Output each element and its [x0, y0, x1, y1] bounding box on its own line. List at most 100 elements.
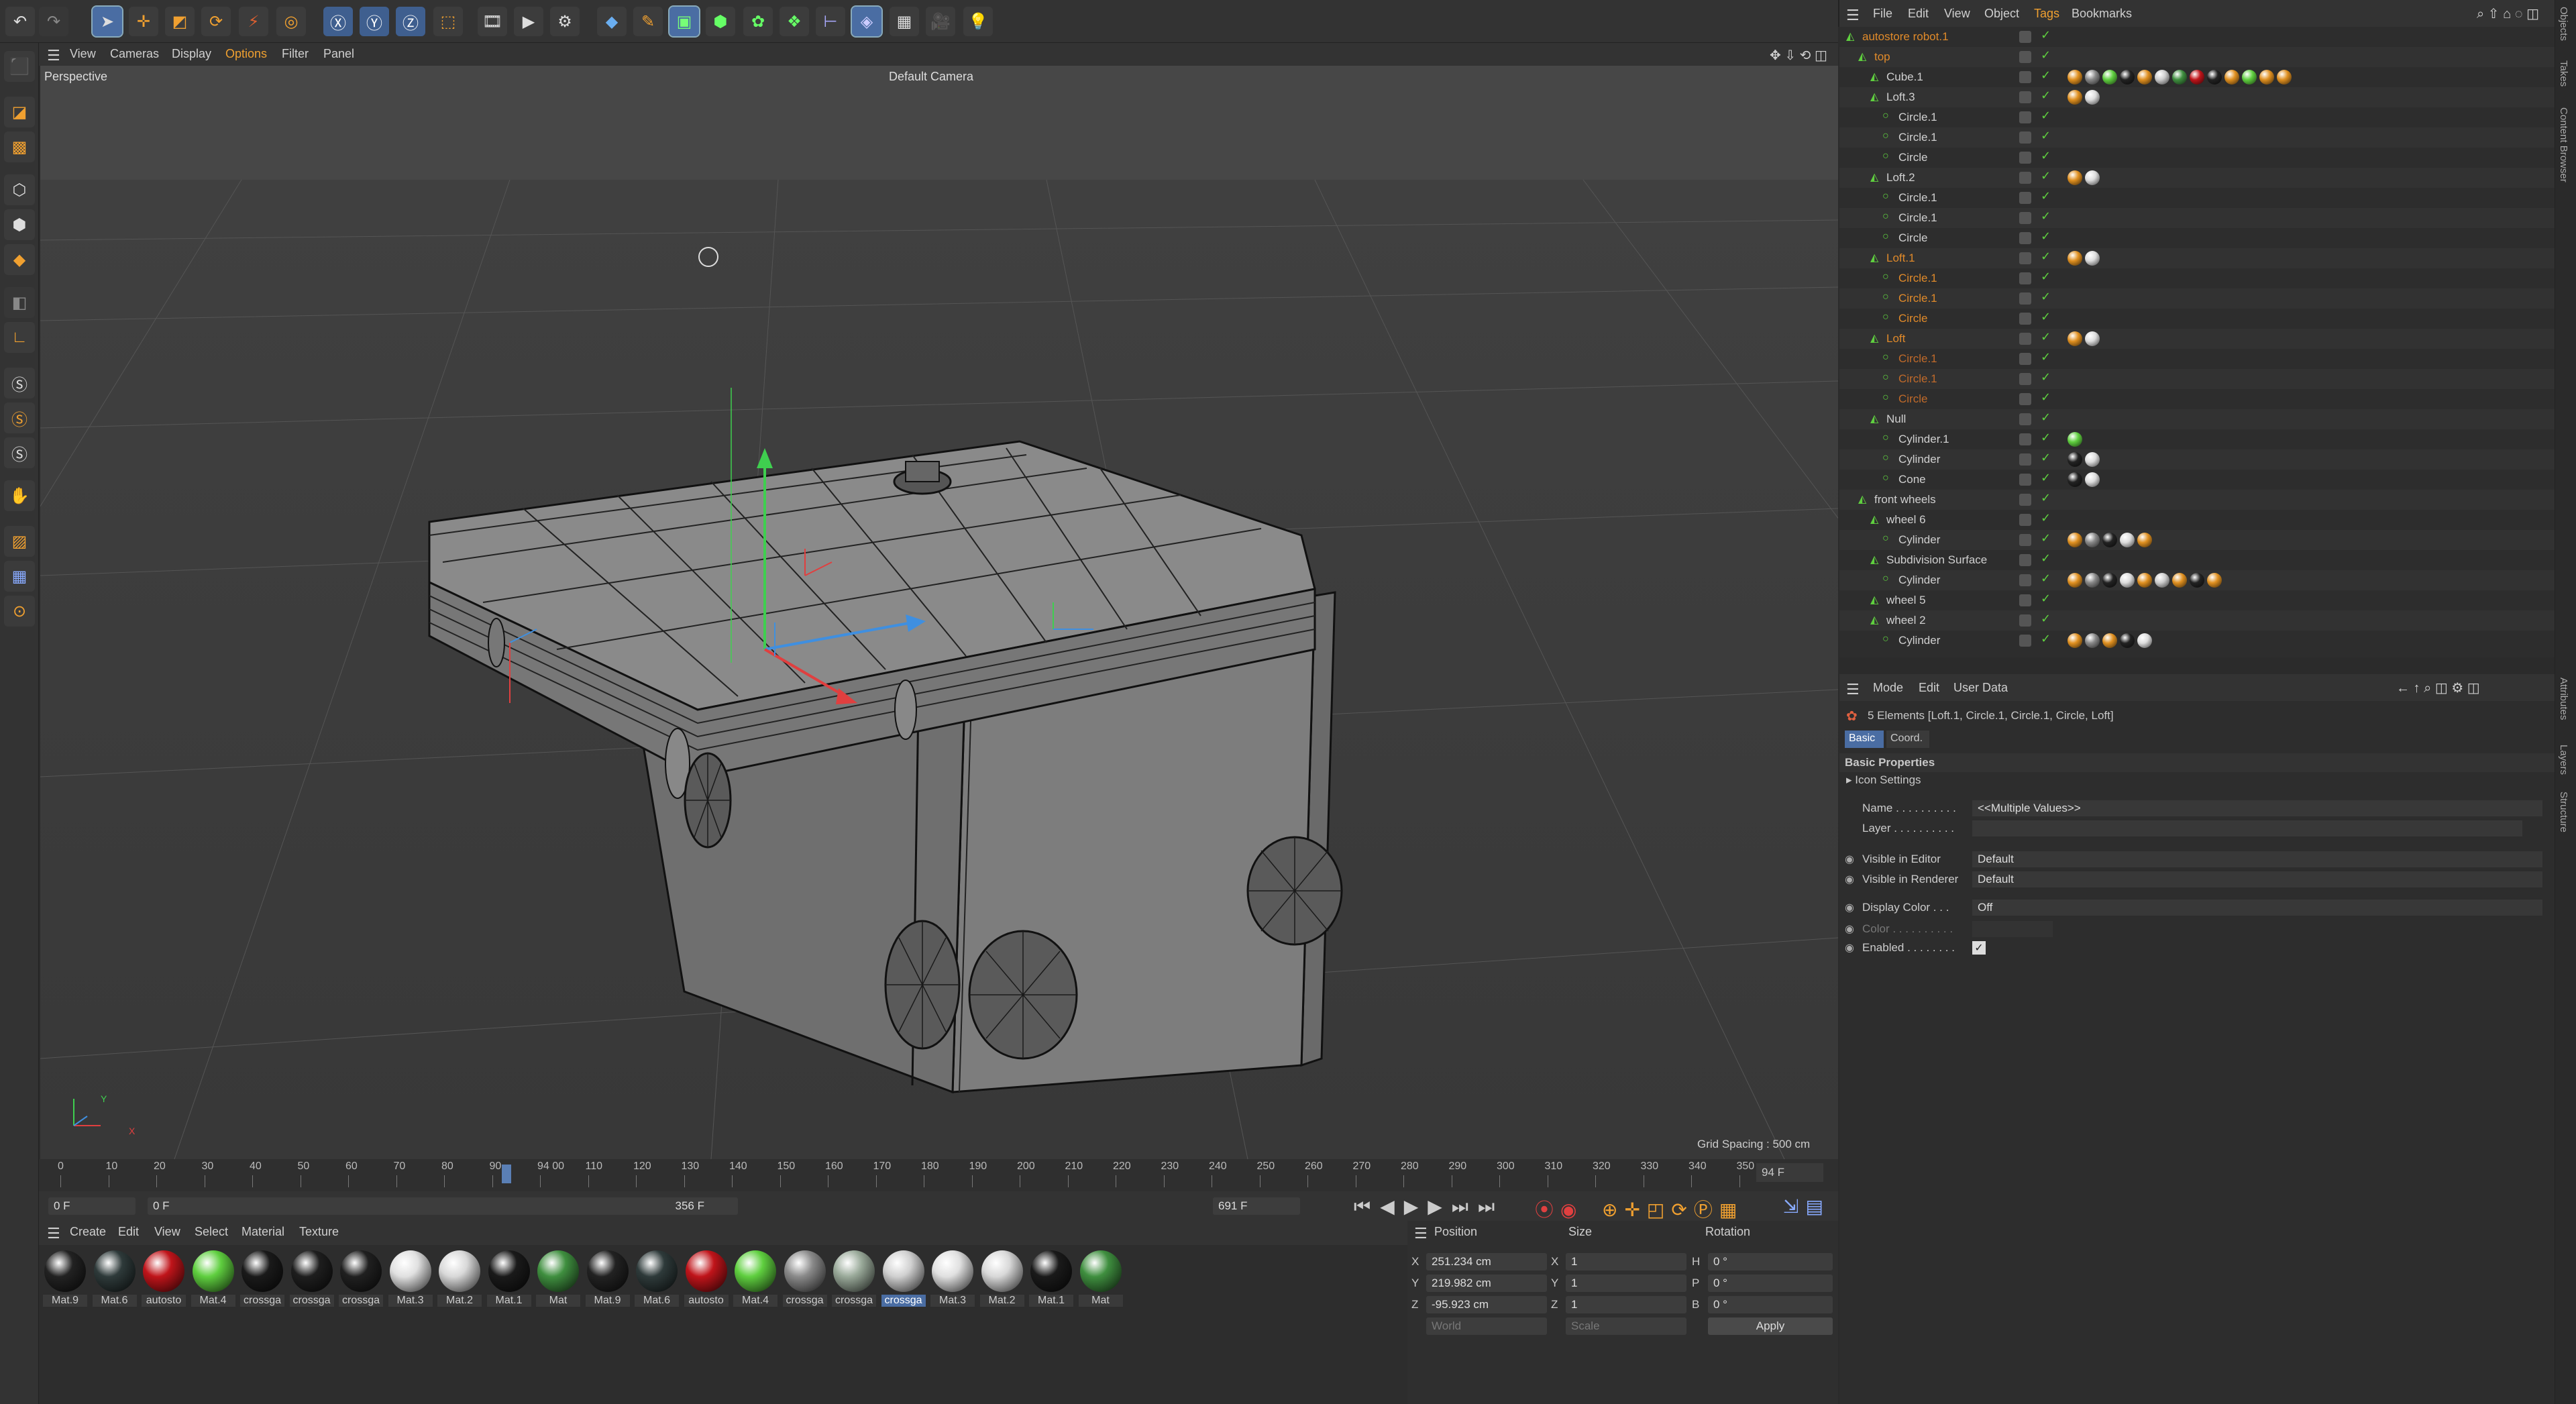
object-row[interactable]: ○ Circle.1 ✓	[1839, 208, 2555, 228]
enabled-check-icon[interactable]: ✓	[2041, 290, 2051, 304]
material-tag-icon[interactable]	[2068, 251, 2082, 266]
material-tag-icon[interactable]	[2242, 70, 2257, 85]
animate-toggle-icon[interactable]: ◉	[1845, 922, 1854, 936]
visibility-toggle[interactable]	[2019, 494, 2031, 506]
material-tag-icon[interactable]	[2120, 70, 2135, 85]
vp-menu-view[interactable]: View	[70, 47, 96, 61]
coord-size-field[interactable]: 1	[1566, 1253, 1686, 1271]
material-swatch[interactable]: Mat.9	[585, 1250, 630, 1307]
animate-toggle-icon[interactable]: ◉	[1845, 873, 1854, 886]
material-tag-icon[interactable]	[2102, 633, 2117, 648]
coord-rot-field[interactable]: 0 °	[1708, 1296, 1833, 1313]
enabled-check-icon[interactable]: ✓	[2041, 390, 2051, 404]
transport-buttons[interactable]: ⏮◀▶▶⏭⏭	[1354, 1195, 1504, 1218]
mat-menu-view[interactable]: View	[154, 1225, 180, 1239]
cube-primitive-icon[interactable]: ◆	[597, 7, 627, 36]
object-row[interactable]: ○ Cylinder ✓	[1839, 449, 2555, 470]
vp-menu-options[interactable]: Options	[225, 47, 267, 61]
object-row[interactable]: ◭ Null ✓	[1839, 409, 2555, 429]
enabled-check-icon[interactable]: ✓	[2041, 411, 2051, 425]
enabled-check-icon[interactable]: ✓	[2041, 531, 2051, 545]
om-menu-view[interactable]: View	[1944, 7, 1970, 21]
y-axis-lock-icon[interactable]: Ⓨ	[360, 7, 389, 36]
visibility-toggle[interactable]	[2019, 353, 2031, 365]
vp-menu-display[interactable]: Display	[172, 47, 211, 61]
enabled-check-icon[interactable]: ✓	[2041, 451, 2051, 465]
object-row[interactable]: ◭ wheel 5 ✓	[1839, 590, 2555, 610]
enabled-check-icon[interactable]: ✓	[2041, 169, 2051, 183]
select-tool-icon[interactable]: ➤	[91, 5, 123, 38]
mat-menu-edit[interactable]: Edit	[118, 1225, 139, 1239]
material-swatch[interactable]: Mat.1	[1029, 1250, 1073, 1307]
viewport-nav-icons[interactable]: ✥ ⇩ ⟲ ◫	[1770, 47, 1827, 64]
visibility-toggle[interactable]	[2019, 453, 2031, 466]
floor-icon[interactable]: ▦	[890, 7, 919, 36]
visibility-toggle[interactable]	[2019, 574, 2031, 586]
edges-mode-icon[interactable]: ⬢	[4, 209, 35, 240]
mat-menu-select[interactable]: Select	[195, 1225, 228, 1239]
mat-menu-material[interactable]: Material	[241, 1225, 284, 1239]
texture-mode-icon[interactable]: ▩	[4, 131, 35, 162]
material-tag-icon[interactable]	[2085, 170, 2100, 185]
mat-menu-texture[interactable]: Texture	[299, 1225, 339, 1239]
enabled-check-icon[interactable]: ✓	[2041, 491, 2051, 505]
enabled-check-icon[interactable]: ✓	[2041, 28, 2051, 42]
material-swatch[interactable]: Mat.3	[930, 1250, 975, 1307]
attr-field[interactable]: Default	[1972, 871, 2542, 887]
deformer-icon[interactable]: ⊢	[816, 7, 845, 36]
hamburger-icon[interactable]: ☰	[47, 47, 60, 64]
material-tag-icon[interactable]	[2068, 170, 2082, 185]
object-row[interactable]: ○ Circle ✓	[1839, 389, 2555, 409]
workplane-snap-icon[interactable]: Ⓢ	[4, 437, 35, 468]
material-tag-icon[interactable]	[2120, 633, 2135, 648]
object-row[interactable]: ◭ top ✓	[1839, 47, 2555, 67]
object-row[interactable]: ○ Cone ✓	[1839, 470, 2555, 490]
animate-toggle-icon[interactable]: ◉	[1845, 901, 1854, 914]
visibility-toggle[interactable]	[2019, 333, 2031, 345]
axis-mode-icon[interactable]: ∟	[4, 322, 35, 353]
visibility-toggle[interactable]	[2019, 71, 2031, 83]
apply-button[interactable]: Apply	[1708, 1317, 1833, 1335]
coord-pos-field[interactable]: -95.923 cm	[1426, 1296, 1547, 1313]
scale-tool-icon[interactable]: ◩	[165, 7, 195, 36]
visibility-toggle[interactable]	[2019, 172, 2031, 184]
visibility-toggle[interactable]	[2019, 131, 2031, 144]
material-tag-icon[interactable]	[2259, 70, 2274, 85]
material-tag-icon[interactable]	[2137, 573, 2152, 588]
coord-rot-field[interactable]: 0 °	[1708, 1253, 1833, 1271]
material-tag-icon[interactable]	[2172, 70, 2187, 85]
enabled-check-icon[interactable]: ✓	[2041, 310, 2051, 324]
rotate-tool-icon[interactable]: ⟳	[201, 7, 231, 36]
visibility-toggle[interactable]	[2019, 292, 2031, 305]
mograph-cloner-icon[interactable]: ✿	[743, 7, 773, 36]
enabled-check-icon[interactable]: ✓	[2041, 129, 2051, 143]
enabled-check-icon[interactable]: ✓	[2041, 48, 2051, 62]
om-hamburger-icon[interactable]: ☰	[1846, 7, 1860, 24]
redo-icon[interactable]: ↷	[39, 7, 68, 36]
timeline-end-field[interactable]: 94 F	[1756, 1163, 1823, 1182]
object-row[interactable]: ◭ Loft ✓	[1839, 329, 2555, 349]
material-swatch[interactable]: Mat.6	[92, 1250, 137, 1307]
material-tag-icon[interactable]	[2068, 533, 2082, 547]
enabled-check-icon[interactable]: ✓	[2041, 330, 2051, 344]
visibility-toggle[interactable]	[2019, 514, 2031, 526]
enabled-check-icon[interactable]: ✓	[2041, 551, 2051, 565]
visibility-toggle[interactable]	[2019, 252, 2031, 264]
material-tag-icon[interactable]	[2068, 452, 2082, 467]
object-row[interactable]: ○ Circle ✓	[1839, 309, 2555, 329]
enabled-check-icon[interactable]: ✓	[2041, 632, 2051, 646]
material-tag-icon[interactable]	[2068, 573, 2082, 588]
visibility-toggle[interactable]	[2019, 614, 2031, 627]
enabled-check-icon[interactable]: ✓	[2041, 350, 2051, 364]
visibility-toggle[interactable]	[2019, 212, 2031, 224]
material-tag-icon[interactable]	[2068, 472, 2082, 487]
field-icon[interactable]: ◈	[851, 5, 883, 38]
object-row[interactable]: ○ Circle.1 ✓	[1839, 369, 2555, 389]
attr-menu-mode[interactable]: Mode	[1873, 681, 1903, 695]
pen-spline-icon[interactable]: ✎	[633, 7, 663, 36]
attr-field[interactable]: Default	[1972, 851, 2542, 867]
material-swatch[interactable]: Mat.2	[437, 1250, 482, 1307]
side-tab[interactable]: Attributes	[2558, 678, 2569, 720]
points-mode-icon[interactable]: ⬡	[4, 174, 35, 205]
enabled-check-icon[interactable]: ✓	[2041, 592, 2051, 606]
